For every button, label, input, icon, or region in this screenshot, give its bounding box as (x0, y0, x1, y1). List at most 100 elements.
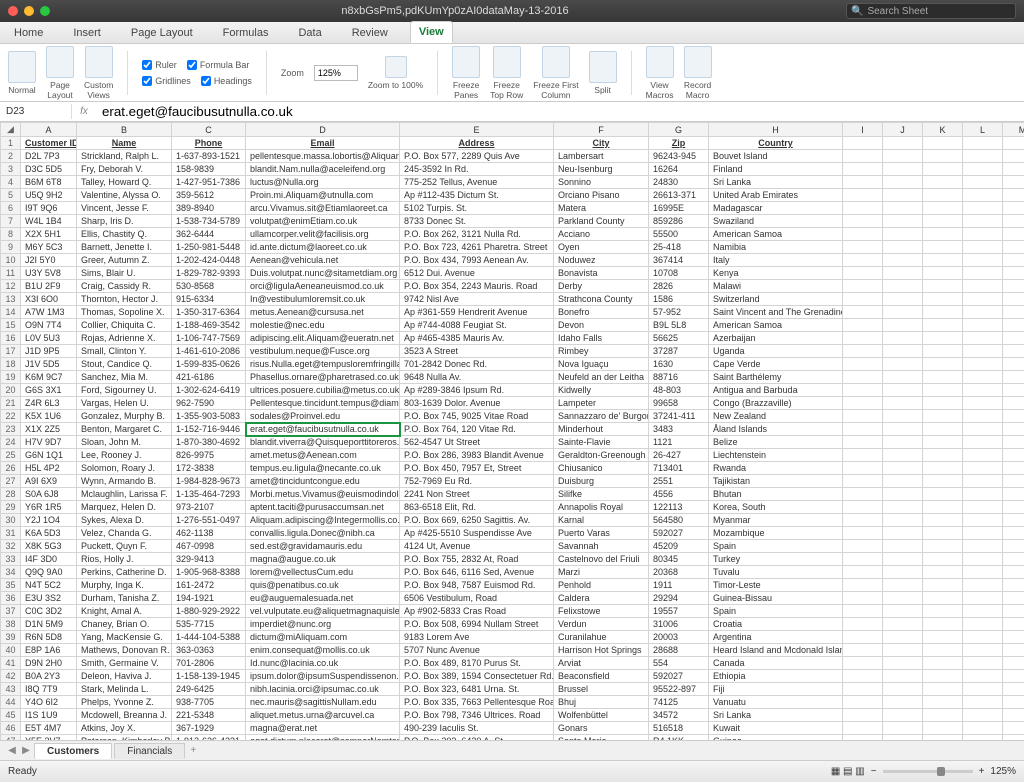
cell[interactable]: volutpat@enimEtiam.co.uk (246, 215, 400, 228)
cell[interactable]: 329-9413 (172, 553, 246, 566)
cell[interactable]: Ap #465-4385 Mauris Av. (400, 332, 554, 345)
cell[interactable]: P.O. Box 286, 3983 Blandit Avenue (400, 449, 554, 462)
cell[interactable]: magna@erat.net (246, 722, 400, 735)
cell[interactable]: eu@auguemalesuada.net (246, 592, 400, 605)
cell[interactable]: Canada (709, 657, 843, 670)
column-name[interactable]: Country (709, 137, 843, 150)
cell[interactable]: P.O. Box 262, 3121 Nulla Rd. (400, 228, 554, 241)
cell[interactable]: vestibulum.neque@Fusce.org (246, 345, 400, 358)
cell[interactable]: Sloan, John M. (77, 436, 172, 449)
cell[interactable]: Murphy, Inga K. (77, 579, 172, 592)
cell[interactable]: Parkland County (554, 215, 649, 228)
zoom-out-icon[interactable]: − (871, 766, 877, 777)
cell[interactable]: 19557 (649, 605, 709, 618)
row-header[interactable]: 5 (1, 189, 21, 202)
cell[interactable]: Gonzalez, Murphy B. (77, 410, 172, 423)
cell[interactable]: 37287 (649, 345, 709, 358)
row-header[interactable]: 42 (1, 670, 21, 683)
cell[interactable]: Q9Q 9A0 (21, 566, 77, 579)
row-header[interactable]: 4 (1, 176, 21, 189)
cell[interactable]: 9648 Nulla Av. (400, 371, 554, 384)
cell[interactable]: 490-239 Iaculis St. (400, 722, 554, 735)
cell[interactable]: 25-418 (649, 241, 709, 254)
formula-bar-checkbox[interactable]: Formula Bar (187, 60, 250, 70)
cell[interactable]: 592027 (649, 670, 709, 683)
tab-data[interactable]: Data (290, 23, 329, 43)
cell[interactable]: 2551 (649, 475, 709, 488)
cell[interactable]: 367-1929 (172, 722, 246, 735)
cell[interactable]: 74125 (649, 696, 709, 709)
cell[interactable]: 29294 (649, 592, 709, 605)
row-header[interactable]: 23 (1, 423, 21, 436)
cell[interactable]: magna@augue.co.uk (246, 553, 400, 566)
cell[interactable]: U3Y 5V8 (21, 267, 77, 280)
cell[interactable]: 57-952 (649, 306, 709, 319)
tab-view[interactable]: View (410, 21, 453, 43)
col-header-H[interactable]: H (709, 123, 843, 137)
cell[interactable]: W4L 1B4 (21, 215, 77, 228)
cell[interactable]: Sainte-Flavie (554, 436, 649, 449)
cell[interactable]: 88716 (649, 371, 709, 384)
tab-prev-icon[interactable]: ◀ (6, 745, 18, 756)
cell[interactable]: Brussel (554, 683, 649, 696)
cell[interactable]: ullamcorper.velit@facilisis.org (246, 228, 400, 241)
cell[interactable]: 1121 (649, 436, 709, 449)
row-header[interactable]: 40 (1, 644, 21, 657)
row-header[interactable]: 24 (1, 436, 21, 449)
cell[interactable]: Rimbey (554, 345, 649, 358)
row-header[interactable]: 13 (1, 293, 21, 306)
cell[interactable]: Deleon, Haviva J. (77, 670, 172, 683)
cell[interactable]: pellentesque.massa.lobortis@Aliquam.co.u… (246, 150, 400, 163)
cell[interactable]: In@vestibulumloremsit.co.uk (246, 293, 400, 306)
cell[interactable]: ultrices.posuere.cubilia@metus.co.uk (246, 384, 400, 397)
cell[interactable]: Matera (554, 202, 649, 215)
cell[interactable]: Saint Barthélemy (709, 371, 843, 384)
row-header[interactable]: 43 (1, 683, 21, 696)
cell[interactable]: ipsum.dolor@ipsumSuspendissenon.co.uk (246, 670, 400, 683)
search-input[interactable]: 🔍 Search Sheet (846, 3, 1016, 19)
cell[interactable]: aptent.taciti@purusaccumsan.net (246, 501, 400, 514)
cell[interactable]: 359-5612 (172, 189, 246, 202)
cell[interactable]: Aliquam.adipiscing@Integermollis.co.uk (246, 514, 400, 527)
cell[interactable]: X8K 5G3 (21, 540, 77, 553)
cell[interactable]: dictum@miAliquam.com (246, 631, 400, 644)
cell[interactable]: Ap #902-5833 Cras Road (400, 605, 554, 618)
cell[interactable]: 9742 Nisl Ave (400, 293, 554, 306)
cell[interactable]: Perkins, Catherine D. (77, 566, 172, 579)
tab-review[interactable]: Review (344, 23, 396, 43)
row-header[interactable]: 34 (1, 566, 21, 579)
cell[interactable]: Ap #361-559 Hendrerit Avenue (400, 306, 554, 319)
cell[interactable]: C0C 3D2 (21, 605, 77, 618)
cell[interactable]: blandit.Nam.nulla@aceleifend.org (246, 163, 400, 176)
cell[interactable]: Craig, Cassidy R. (77, 280, 172, 293)
cell[interactable]: 158-9839 (172, 163, 246, 176)
cell[interactable]: erat.eget@faucibusutnulla.co.uk (246, 423, 400, 436)
cell[interactable]: 3523 A Street (400, 345, 554, 358)
cell[interactable]: Y6R 1R5 (21, 501, 77, 514)
cell[interactable]: 4124 Ut, Avenue (400, 540, 554, 553)
cell[interactable]: Geraldton-Greenough (554, 449, 649, 462)
row-header[interactable]: 31 (1, 527, 21, 540)
cell[interactable]: 16995E (649, 202, 709, 215)
cell[interactable]: 1-984-828-9673 (172, 475, 246, 488)
row-header[interactable]: 25 (1, 449, 21, 462)
cell[interactable]: Mathews, Donovan R. (77, 644, 172, 657)
cell[interactable]: 9183 Lorem Ave (400, 631, 554, 644)
cell[interactable]: Ford, Sigourney U. (77, 384, 172, 397)
cell[interactable]: B0A 2Y3 (21, 670, 77, 683)
cell[interactable]: Saint Vincent and The Grenadines (709, 306, 843, 319)
row-header[interactable]: 30 (1, 514, 21, 527)
row-header[interactable]: 26 (1, 462, 21, 475)
freeze-panes-icon[interactable] (452, 46, 480, 78)
cell[interactable]: 2826 (649, 280, 709, 293)
cell[interactable]: Sri Lanka (709, 709, 843, 722)
cell[interactable]: Sonnino (554, 176, 649, 189)
cell[interactable]: Fiji (709, 683, 843, 696)
cell[interactable]: Neu-Isenburg (554, 163, 649, 176)
cell[interactable]: 56625 (649, 332, 709, 345)
cell[interactable]: 1-444-104-5388 (172, 631, 246, 644)
col-header-I[interactable]: I (843, 123, 883, 137)
column-name[interactable]: Address (400, 137, 554, 150)
tab-home[interactable]: Home (6, 23, 51, 43)
zoom-icon[interactable] (40, 6, 50, 16)
